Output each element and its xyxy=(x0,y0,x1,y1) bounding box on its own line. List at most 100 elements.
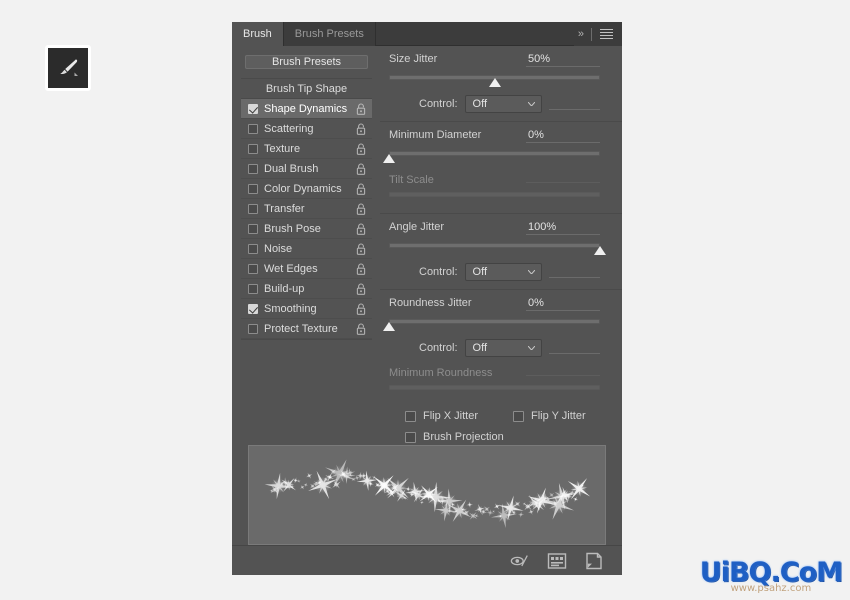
paintbrush-icon xyxy=(55,57,81,79)
slider-track xyxy=(389,319,600,324)
brush-option-checkbox[interactable] xyxy=(248,143,258,154)
size-jitter-control-select[interactable]: Off xyxy=(464,95,543,113)
brush-option-row[interactable]: Transfer xyxy=(241,199,372,219)
brush-tip-shape-label: Brush Tip Shape xyxy=(265,82,348,95)
slider-thumb[interactable] xyxy=(383,322,395,331)
brush-option-row[interactable]: Scattering xyxy=(241,119,372,139)
tab-brush-presets[interactable]: Brush Presets xyxy=(284,22,376,46)
brush-options-column: Brush Presets Brush Tip Shape Shape Dyna… xyxy=(232,46,380,340)
angle-jitter-row: Angle Jitter 100% xyxy=(389,221,600,235)
brush-presets-button-label: Brush Presets xyxy=(271,56,342,68)
brush-option-checkbox[interactable] xyxy=(248,283,258,294)
slider-thumb[interactable] xyxy=(383,154,395,163)
brush-option-row[interactable]: Color Dynamics xyxy=(241,179,372,199)
tab-brush[interactable]: Brush xyxy=(232,22,284,46)
minimum-roundness-slider xyxy=(389,382,600,398)
panel-tabbar: Brush Brush Presets » xyxy=(232,22,622,46)
slider-track xyxy=(389,151,600,156)
watermark: UiBQ.CoM www.psahz.com xyxy=(699,557,843,594)
toggle-brush-settings-icon[interactable] xyxy=(510,552,530,570)
brush-option-checkbox[interactable] xyxy=(248,183,258,194)
minimum-diameter-group: Minimum Diameter 0% Tilt Scale xyxy=(380,122,622,214)
brush-option-row[interactable]: Brush Pose xyxy=(241,219,372,239)
brush-tool-button[interactable] xyxy=(45,45,91,91)
divider xyxy=(591,27,592,41)
lock-icon[interactable] xyxy=(356,202,366,215)
brush-preview-area xyxy=(232,445,622,545)
roundness-jitter-control-select[interactable]: Off xyxy=(464,339,543,357)
dynamics-controls-column: Size Jitter 50% Control: Off Minimum Dia… xyxy=(380,46,622,443)
angle-jitter-control-select[interactable]: Off xyxy=(464,263,543,281)
panel-menu-icon[interactable] xyxy=(600,29,613,39)
tilt-scale-value xyxy=(526,181,600,183)
brush-stroke-preview[interactable] xyxy=(248,445,606,545)
panel-footer xyxy=(232,545,622,575)
brush-presets-grid-icon[interactable] xyxy=(547,552,567,570)
slider-thumb[interactable] xyxy=(594,246,606,255)
size-jitter-control-label: Control: xyxy=(419,98,458,110)
lock-icon[interactable] xyxy=(356,322,366,335)
lock-icon[interactable] xyxy=(356,242,366,255)
tabbar-spacer xyxy=(375,22,574,46)
brush-option-checkbox[interactable] xyxy=(248,123,258,134)
collapse-panel-icon[interactable]: » xyxy=(578,28,584,40)
brush-presets-button[interactable]: Brush Presets xyxy=(245,55,368,69)
brush-option-label: Dual Brush xyxy=(264,162,319,175)
brush-option-checkbox[interactable] xyxy=(248,223,258,234)
lock-icon[interactable] xyxy=(356,302,366,315)
tilt-scale-row: Tilt Scale xyxy=(389,174,600,186)
tilt-scale-slider xyxy=(389,189,600,205)
size-jitter-group: Size Jitter 50% Control: Off xyxy=(380,46,622,122)
size-jitter-value[interactable]: 50% xyxy=(526,53,600,67)
tab-brush-label: Brush xyxy=(243,28,272,40)
brush-option-row[interactable]: Shape Dynamics xyxy=(241,99,372,119)
brush-option-checkbox[interactable] xyxy=(248,303,258,314)
tab-brush-presets-label: Brush Presets xyxy=(294,28,364,40)
slider-track xyxy=(389,192,600,197)
lock-icon[interactable] xyxy=(356,162,366,175)
roundness-jitter-control-value: Off xyxy=(472,342,488,354)
slider-track xyxy=(389,243,600,248)
brush-option-checkbox[interactable] xyxy=(248,263,258,274)
brush-option-row[interactable]: Texture xyxy=(241,139,372,159)
size-jitter-slider[interactable] xyxy=(389,72,600,88)
slider-thumb[interactable] xyxy=(488,78,501,87)
lock-icon[interactable] xyxy=(356,122,366,135)
panel-header-actions: » xyxy=(574,22,622,46)
chevron-down-icon xyxy=(528,102,536,106)
brush-option-checkbox[interactable] xyxy=(248,243,258,254)
brush-option-checkbox[interactable] xyxy=(248,103,258,114)
lock-icon[interactable] xyxy=(356,222,366,235)
brush-option-checkbox[interactable] xyxy=(248,163,258,174)
minimum-diameter-slider[interactable] xyxy=(383,148,600,164)
lock-icon[interactable] xyxy=(356,142,366,155)
lock-icon[interactable] xyxy=(356,102,366,115)
lock-icon[interactable] xyxy=(356,282,366,295)
new-brush-icon[interactable] xyxy=(584,552,604,570)
minimum-diameter-label: Minimum Diameter xyxy=(389,129,482,141)
minimum-diameter-row: Minimum Diameter 0% xyxy=(389,129,600,143)
lock-icon[interactable] xyxy=(356,182,366,195)
watermark-main: UiBQ.CoM xyxy=(699,557,843,588)
angle-jitter-label: Angle Jitter xyxy=(389,221,445,233)
angle-jitter-slider[interactable] xyxy=(389,240,606,256)
minimum-diameter-value[interactable]: 0% xyxy=(526,129,600,143)
panel-spacer xyxy=(232,246,622,446)
size-jitter-label: Size Jitter xyxy=(389,53,438,65)
brush-option-checkbox[interactable] xyxy=(248,323,258,334)
brush-option-label: Brush Pose xyxy=(264,222,321,235)
brush-option-label: Scattering xyxy=(264,122,314,135)
size-jitter-row: Size Jitter 50% xyxy=(389,53,600,67)
screen: Brush Brush Presets » Brush Presets Brus… xyxy=(0,0,850,600)
roundness-jitter-slider[interactable] xyxy=(383,316,600,332)
size-jitter-control-row: Control: Off xyxy=(389,95,600,113)
brush-tip-shape-header[interactable]: Brush Tip Shape xyxy=(241,79,372,99)
brush-option-label: Shape Dynamics xyxy=(264,102,348,115)
tilt-scale-label: Tilt Scale xyxy=(389,174,434,186)
brush-option-row[interactable]: Dual Brush xyxy=(241,159,372,179)
brush-option-checkbox[interactable] xyxy=(248,203,258,214)
brush-option-label: Color Dynamics xyxy=(264,182,342,195)
angle-jitter-value[interactable]: 100% xyxy=(526,221,600,235)
panel-body: Brush Presets Brush Tip Shape Shape Dyna… xyxy=(232,46,622,443)
lock-icon[interactable] xyxy=(356,262,366,275)
